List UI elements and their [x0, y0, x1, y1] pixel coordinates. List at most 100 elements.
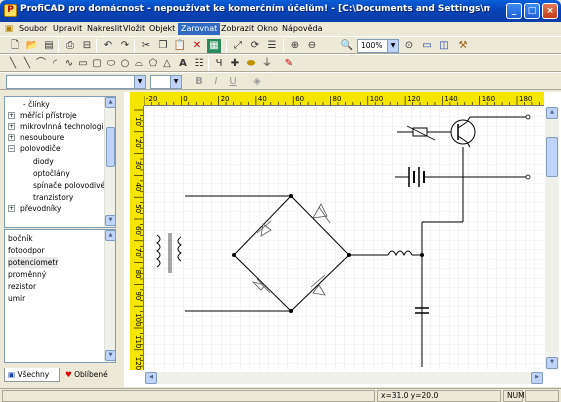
- tree-item[interactable]: + měřící přístroje: [8, 110, 77, 121]
- rectangle-icon[interactable]: ▭: [76, 57, 90, 71]
- list-item[interactable]: proměnný: [8, 269, 46, 280]
- menu-zarovnat[interactable]: Zarovnat: [178, 23, 221, 35]
- scroll-down-icon[interactable]: ▼: [105, 215, 115, 226]
- menu-soubor[interactable]: Soubor: [16, 23, 50, 35]
- print-icon[interactable]: ⊟: [80, 39, 94, 53]
- list-scrollbar[interactable]: ▲ ▼: [104, 230, 115, 362]
- menu-zobrazit[interactable]: Zobrazit: [218, 23, 257, 35]
- scroll-up-icon[interactable]: ▲: [546, 107, 558, 119]
- tools-icon[interactable]: ⚒: [456, 39, 470, 53]
- list-item[interactable]: umir: [8, 293, 25, 304]
- copy-icon[interactable]: ❐: [156, 39, 170, 53]
- redo-icon[interactable]: ↷: [118, 39, 132, 53]
- chevron-down-icon[interactable]: ▼: [387, 40, 398, 52]
- menu-objekt[interactable]: Objekt: [146, 23, 178, 35]
- tree-item[interactable]: + nesouboure: [8, 132, 64, 143]
- list-item[interactable]: bočník: [8, 233, 33, 244]
- zoom-tool-icon[interactable]: 🔍: [340, 39, 354, 53]
- document-icon[interactable]: ▣: [2, 22, 16, 36]
- tab-favorites[interactable]: ♥ Oblíbené: [62, 368, 116, 382]
- marker-icon[interactable]: ✎: [282, 57, 296, 71]
- expand-icon[interactable]: +: [8, 112, 15, 119]
- maximize-button[interactable]: □: [524, 3, 540, 19]
- menu-upravit[interactable]: Upravit: [50, 23, 85, 35]
- paste-icon[interactable]: 📋: [173, 39, 187, 53]
- close-button[interactable]: ×: [542, 3, 558, 19]
- tree-item[interactable]: − polovodiče: [8, 143, 61, 154]
- ellipse-icon[interactable]: ⬭: [104, 57, 118, 71]
- cut-icon[interactable]: ✂: [139, 39, 153, 53]
- italic-button[interactable]: I: [209, 75, 223, 89]
- scroll-right-icon[interactable]: ▶: [531, 372, 543, 384]
- text-icon[interactable]: A: [176, 57, 190, 71]
- zoom-combo[interactable]: 100% ▼: [357, 39, 399, 53]
- scroll-up-icon[interactable]: ▲: [105, 230, 115, 241]
- scroll-thumb[interactable]: [546, 137, 558, 177]
- expand-icon[interactable]: +: [8, 134, 15, 141]
- chevron-down-icon[interactable]: ▼: [134, 76, 145, 88]
- scroll-thumb[interactable]: [106, 127, 115, 167]
- zoom-out-icon[interactable]: ⊖: [305, 39, 319, 53]
- expand-icon[interactable]: +: [8, 205, 15, 212]
- list-item[interactable]: potenciometr: [8, 257, 59, 268]
- save-icon[interactable]: ▤: [42, 39, 56, 53]
- minimize-button[interactable]: _: [506, 3, 522, 19]
- chevron-down-icon[interactable]: ▼: [170, 76, 181, 88]
- size-combo[interactable]: ▼: [150, 75, 182, 89]
- zoom-fit-icon[interactable]: ⊙: [402, 39, 416, 53]
- open-folder-icon[interactable]: 📂: [25, 39, 39, 53]
- schematic-canvas[interactable]: [145, 107, 543, 370]
- polyline-icon[interactable]: ⌒: [34, 57, 48, 71]
- tree-item[interactable]: tranzistory: [33, 192, 73, 203]
- properties-icon[interactable]: ☰: [265, 39, 279, 53]
- ground-icon[interactable]: ⏚: [260, 57, 274, 71]
- new-file-icon[interactable]: 🗋: [8, 39, 22, 53]
- tree-item[interactable]: spínače polovodivé: [33, 180, 105, 191]
- triangle-icon[interactable]: △: [160, 57, 174, 71]
- tree-item[interactable]: diody: [33, 156, 54, 167]
- scroll-down-icon[interactable]: ▼: [546, 357, 558, 369]
- move-icon[interactable]: ⤢: [231, 39, 245, 53]
- undo-icon[interactable]: ↶: [101, 39, 115, 53]
- print-preview-icon[interactable]: ⎙: [63, 39, 77, 53]
- collapse-icon[interactable]: −: [8, 145, 15, 152]
- rounded-rect-icon[interactable]: ▢: [90, 57, 104, 71]
- polygon-icon[interactable]: ⬠: [146, 57, 160, 71]
- menu-napoveda[interactable]: Nápověda: [279, 23, 326, 35]
- scroll-up-icon[interactable]: ▲: [105, 97, 115, 108]
- zoom-in-icon[interactable]: ⊕: [288, 39, 302, 53]
- canvas-vertical-scrollbar[interactable]: ▲ ▼: [545, 107, 559, 370]
- tree-item[interactable]: + převodníky: [8, 203, 61, 214]
- columns-icon[interactable]: ◫: [437, 39, 451, 53]
- tab-all-symbols[interactable]: ▣ Všechny: [4, 368, 60, 382]
- list-item[interactable]: fotoodpor: [8, 245, 45, 256]
- list-item[interactable]: rezistor: [8, 281, 36, 292]
- proficad-app-icon[interactable]: P: [4, 4, 17, 17]
- curve-icon[interactable]: ∿: [62, 57, 76, 71]
- menu-okno[interactable]: Okno: [254, 23, 281, 35]
- menu-vlozit[interactable]: Vložit: [120, 23, 148, 35]
- arc-icon[interactable]: ◜: [48, 57, 62, 71]
- table-icon[interactable]: ☷: [192, 57, 206, 71]
- pointer-icon[interactable]: ╲: [6, 57, 20, 71]
- tree-scrollbar[interactable]: ▲ ▼: [104, 97, 115, 227]
- bold-button[interactable]: B: [192, 75, 206, 89]
- wire-icon[interactable]: Ч: [212, 57, 226, 71]
- image-icon[interactable]: ▦: [207, 39, 221, 53]
- delete-icon[interactable]: ✕: [190, 39, 204, 53]
- underline-button[interactable]: U: [226, 75, 240, 89]
- rotate-icon[interactable]: ⟳: [248, 39, 262, 53]
- tree-item[interactable]: optočlány: [33, 168, 70, 179]
- circle-icon[interactable]: ○: [118, 57, 132, 71]
- color-icon[interactable]: ◈: [250, 75, 264, 89]
- bezier-icon[interactable]: ⌓: [132, 57, 146, 71]
- scroll-down-icon[interactable]: ▼: [105, 350, 115, 361]
- junction-icon[interactable]: ✚: [228, 57, 242, 71]
- scroll-left-icon[interactable]: ◀: [145, 372, 157, 384]
- symbol-tree[interactable]: - člínky + měřící přístroje + mikrovlnná t…: [4, 96, 116, 228]
- label-icon[interactable]: ⬬: [244, 57, 258, 71]
- component-list[interactable]: bočník fotoodpor potenciometr proměnný r…: [4, 229, 116, 363]
- expand-icon[interactable]: +: [8, 123, 15, 130]
- tree-item[interactable]: + mikrovlnná technologie: [8, 121, 108, 132]
- layers-icon[interactable]: ▭: [420, 39, 434, 53]
